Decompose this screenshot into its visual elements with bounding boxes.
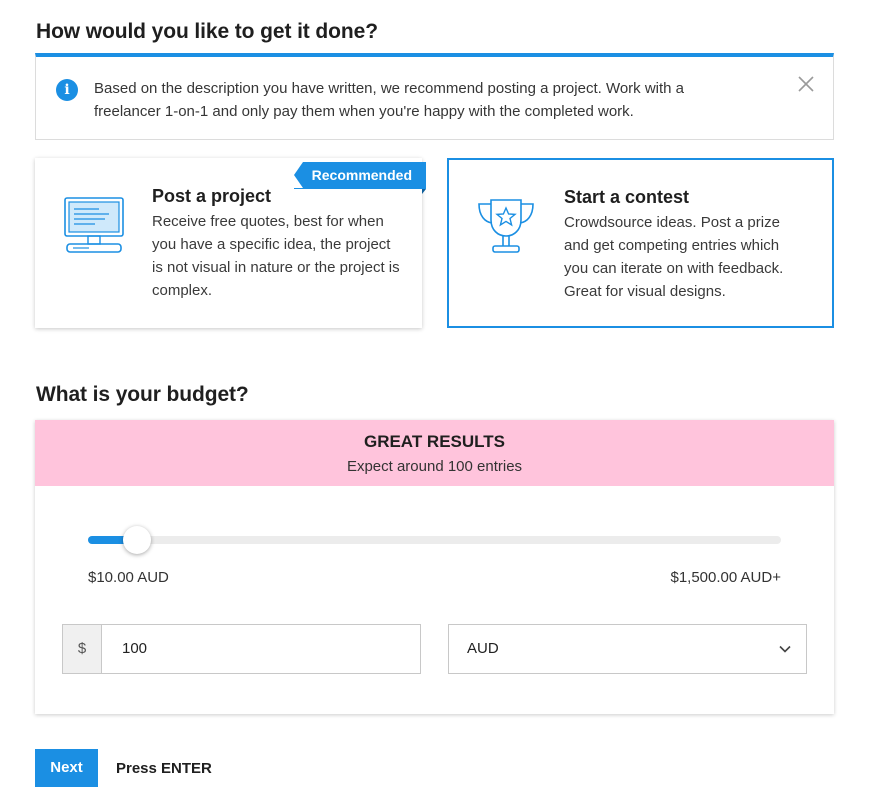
post-project-title: Post a project: [152, 186, 272, 206]
start-contest-description: Crowdsource ideas. Post a prize and get …: [564, 214, 784, 300]
post-project-description: Receive free quotes, best for when you h…: [152, 213, 400, 299]
currency-symbol: $: [63, 625, 102, 673]
recommendation-banner: i Based on the description you have writ…: [35, 53, 834, 140]
budget-heading: What is your budget?: [36, 383, 249, 406]
slider-track: [88, 536, 781, 544]
budget-panel: GREAT RESULTS Expect around 100 entries …: [35, 420, 834, 714]
press-enter-hint: Press ENTER: [116, 760, 212, 777]
slider-handle[interactable]: [122, 526, 151, 554]
result-title: GREAT RESULTS: [363, 432, 506, 451]
currency-select[interactable]: AUD: [448, 624, 807, 674]
result-banner: GREAT RESULTS Expect around 100 entries: [35, 420, 834, 486]
info-icon: i: [56, 79, 78, 101]
method-heading: How would you like to get it done?: [36, 20, 378, 43]
currency-select-value: AUD: [467, 640, 499, 657]
start-contest-card[interactable]: Start a contest Crowdsource ideas. Post …: [447, 158, 834, 328]
next-button[interactable]: Next: [35, 749, 98, 787]
chevron-down-icon: [779, 645, 791, 653]
budget-amount-value[interactable]: 100: [122, 625, 147, 673]
slider-min-label: $10.00 AUD: [88, 569, 169, 586]
budget-amount-input[interactable]: $ 100: [62, 624, 421, 674]
trophy-icon: [478, 199, 534, 253]
close-icon[interactable]: [797, 75, 815, 93]
budget-slider[interactable]: [88, 526, 781, 554]
start-contest-title: Start a contest: [564, 187, 690, 207]
computer-monitor-icon: [64, 197, 124, 253]
result-subtitle: Expect around 100 entries: [346, 458, 523, 475]
recommended-badge: Recommended: [293, 162, 427, 194]
post-project-card[interactable]: Recommended Post a project Receive free …: [35, 158, 427, 328]
slider-max-label: $1,500.00 AUD+: [670, 569, 781, 586]
recommendation-text: Based on the description you have writte…: [94, 80, 685, 120]
